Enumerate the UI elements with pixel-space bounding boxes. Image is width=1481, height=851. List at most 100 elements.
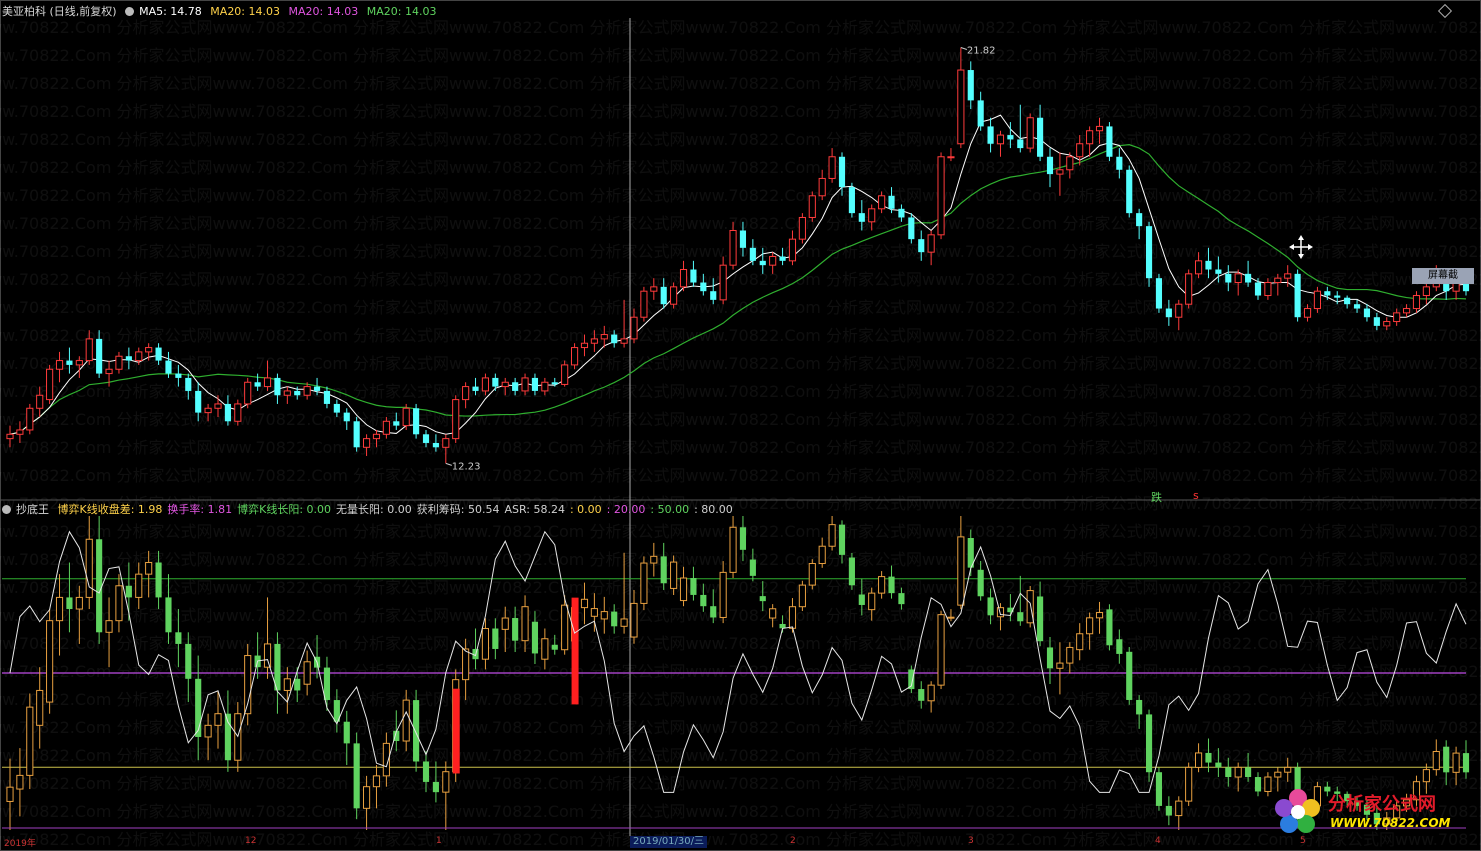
indicator-body — [115, 585, 123, 622]
logo-title: 分析家公式网 — [1328, 794, 1436, 815]
candle-body — [749, 247, 756, 261]
indicator-body — [1095, 612, 1104, 619]
candle-body — [155, 347, 162, 361]
indicator-body — [561, 604, 569, 651]
indicator-body — [46, 620, 54, 703]
logo-url: WWW.70822.COM — [1330, 816, 1451, 830]
indicator-body — [1145, 714, 1153, 773]
candle-body — [630, 316, 638, 340]
settings-dot-icon[interactable] — [125, 7, 135, 16]
candle-body — [135, 351, 143, 362]
indicator-body — [551, 644, 558, 650]
candle-body — [422, 434, 430, 443]
candle-body — [1284, 273, 1292, 279]
candle-body — [650, 286, 658, 292]
candle-body — [739, 230, 747, 248]
candle-body — [115, 355, 123, 370]
candle-body — [105, 368, 113, 375]
candle-body — [888, 195, 895, 209]
indicator-body — [165, 597, 172, 633]
indicator-body — [1155, 772, 1163, 806]
candle-body — [1344, 297, 1351, 305]
candle-body — [393, 421, 400, 426]
candle-body — [75, 360, 83, 366]
screenshot-button[interactable]: 屏幕截 — [1412, 268, 1474, 284]
indicator-body — [1274, 771, 1282, 778]
indicator-body — [6, 786, 14, 802]
ma20-value-a: MA20: 14.03 — [210, 5, 281, 18]
candle-body — [363, 438, 371, 448]
candle-body — [729, 229, 737, 266]
indicator-body — [363, 786, 371, 809]
candle-body — [254, 382, 261, 387]
indicator-body — [26, 706, 34, 776]
indicator-body — [481, 628, 489, 660]
candle-body — [85, 338, 93, 362]
indicator-value-1: 换手率: 1.81 — [167, 503, 233, 516]
candle-body — [343, 412, 350, 422]
indicator-body — [1205, 752, 1212, 763]
candle-body — [303, 386, 311, 396]
chart-canvas[interactable]: 21.82 12.23 — [0, 0, 1481, 851]
candle-body — [908, 217, 915, 240]
candle-body — [600, 334, 608, 340]
x-tick-label: 3 — [968, 836, 974, 846]
indicator-body — [1037, 596, 1044, 642]
candle-body — [719, 264, 727, 301]
candle-body — [690, 269, 697, 283]
candle-body — [501, 381, 509, 388]
candle-body — [818, 177, 826, 197]
indicator-body — [1264, 776, 1272, 792]
ma20-value-c: MA20: 14.03 — [366, 5, 437, 18]
candle-body — [996, 134, 1005, 145]
candle-body — [413, 408, 420, 435]
candle-body — [1393, 312, 1401, 323]
indicator-body — [1076, 633, 1084, 651]
candle-body — [640, 290, 648, 318]
indicator-body — [1225, 767, 1232, 778]
main-chart-header: 美亚柏科 (日线,前复权) MA5: 14.78 MA20: 14.03 MA2… — [2, 5, 441, 19]
candle-body — [1165, 308, 1172, 318]
indicator-value-9: : 80.00 — [694, 503, 733, 516]
candle-body — [1066, 156, 1074, 171]
candle-body — [1303, 308, 1312, 318]
ma20-line — [9, 144, 1467, 435]
candle-body — [323, 390, 331, 404]
candle-body — [1245, 273, 1252, 283]
candle-body — [828, 156, 836, 179]
signal-bar — [571, 597, 579, 705]
candle-body — [1205, 260, 1212, 270]
candle-body — [1086, 130, 1094, 145]
indicator-body — [808, 563, 816, 586]
candle-body — [580, 342, 589, 349]
candle-body — [947, 156, 955, 159]
indicator-body — [878, 576, 886, 594]
x-tick-label: 12 — [245, 836, 257, 846]
indicator-body — [1066, 646, 1074, 664]
indicator-body — [155, 562, 162, 598]
candle-body — [571, 347, 579, 366]
indicator-body — [937, 614, 945, 686]
candle-body — [541, 381, 549, 392]
candle-body — [1026, 117, 1034, 149]
candle-body — [848, 187, 855, 214]
candle-body — [1324, 291, 1331, 296]
indicator-body — [679, 577, 688, 602]
candle-body — [1185, 273, 1193, 305]
candle-body — [1116, 156, 1123, 170]
settings-dot-icon[interactable] — [2, 505, 11, 514]
site-logo: 分析家公式网 WWW.70822.COM — [1272, 786, 1468, 836]
indicator-body — [1116, 639, 1123, 654]
candle-body — [353, 421, 360, 448]
candle-body — [1412, 295, 1421, 310]
candle-body — [1334, 295, 1341, 298]
indicator-header: 抄底王 博弈K线收盘差: 1.98 换手率: 1.81 博弈K线长阳: 0.00 无量… — [2, 503, 743, 517]
fall-mark: s — [1193, 489, 1199, 502]
indicator-body — [343, 721, 350, 744]
candle-body — [531, 377, 539, 391]
candle-body — [878, 195, 886, 210]
candle-body — [679, 269, 688, 288]
candle-body — [372, 433, 381, 440]
indicator-body — [828, 524, 836, 547]
indicator-body — [135, 573, 143, 598]
